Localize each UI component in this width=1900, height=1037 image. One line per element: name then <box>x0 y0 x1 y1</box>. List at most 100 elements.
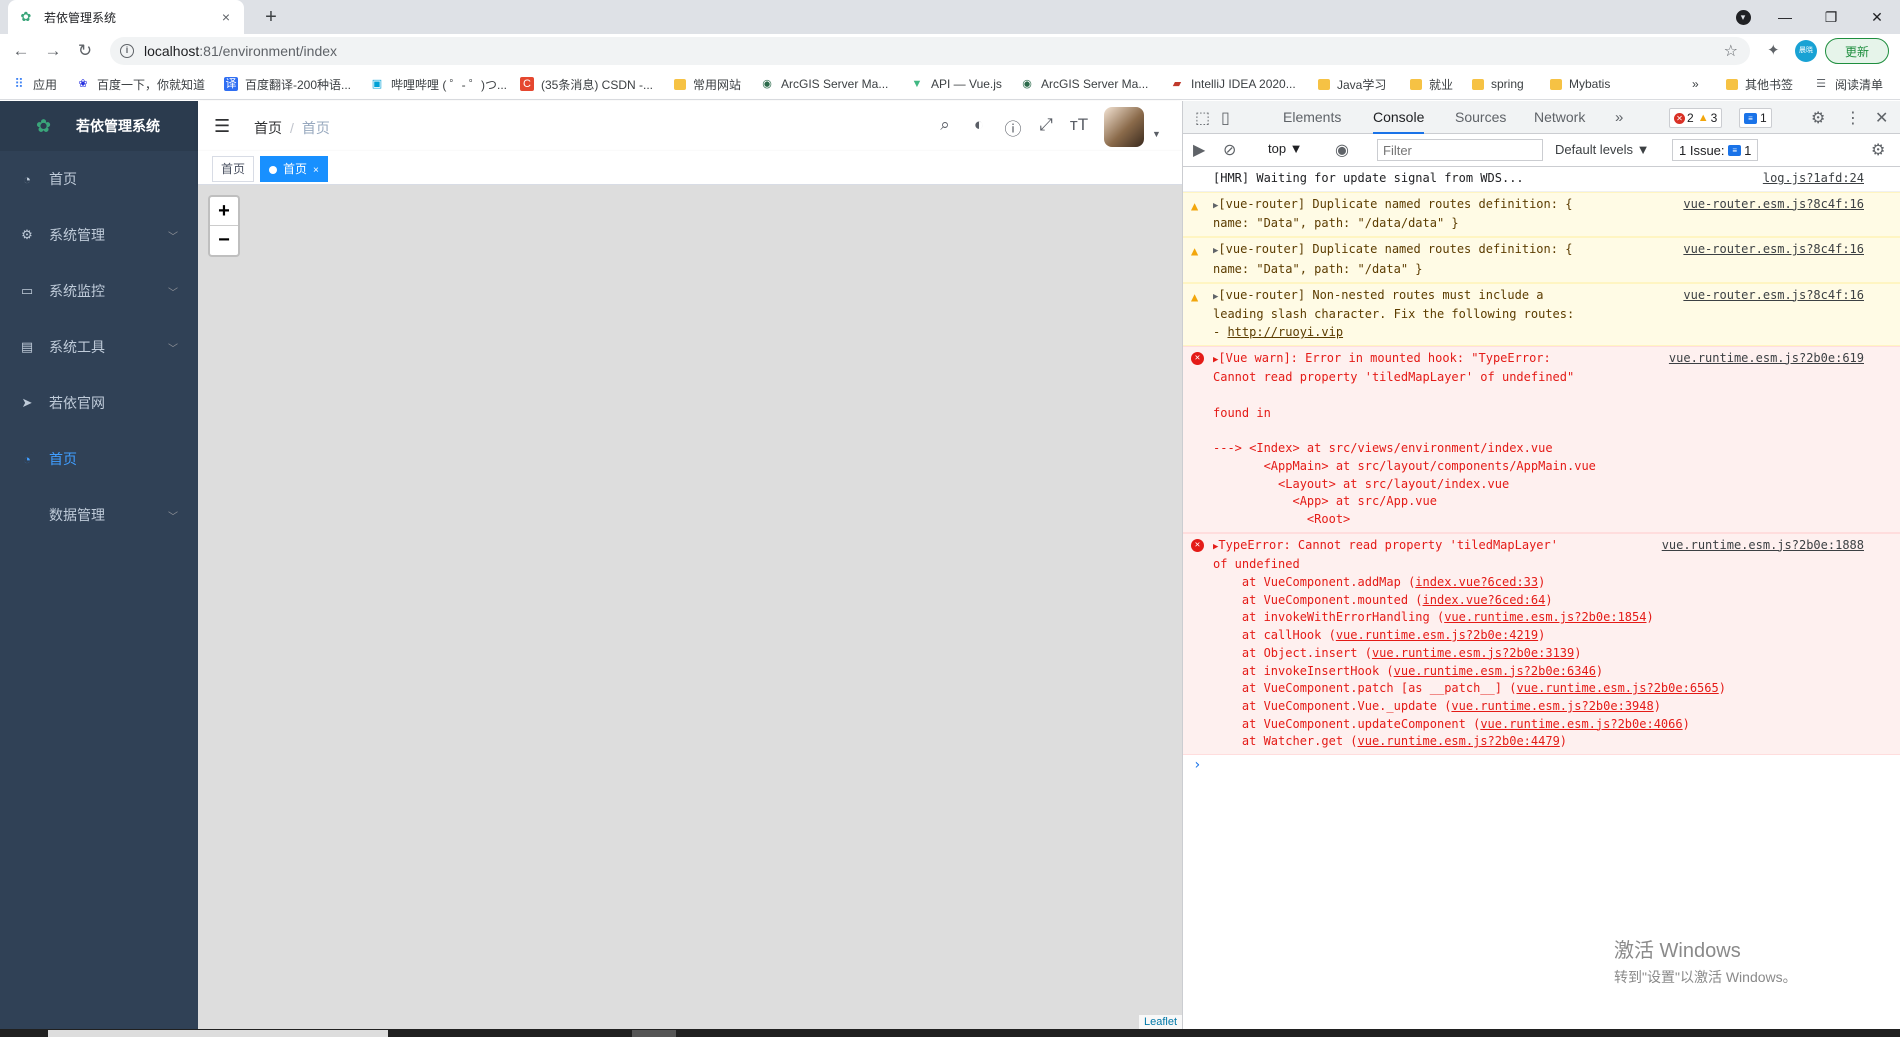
log-levels-dropdown[interactable]: Default levels ▼ <box>1555 142 1650 157</box>
kebab-menu-icon[interactable]: ⋮ <box>1845 108 1861 128</box>
address-bar[interactable]: i localhost:81/environment/index ☆ <box>110 37 1750 65</box>
zoom-control: + − <box>208 195 240 257</box>
close-window-button[interactable]: ✕ <box>1854 0 1900 34</box>
bookmark-baidu-translate[interactable]: 译百度翻译-200种语... <box>224 76 351 92</box>
eye-icon[interactable]: ◉ <box>1335 140 1349 160</box>
inspect-element-icon[interactable]: ⬚ <box>1195 108 1210 128</box>
bookmarks-overflow-button[interactable]: » <box>1692 76 1699 92</box>
tag-home[interactable]: 首页 <box>212 156 255 182</box>
avatar[interactable] <box>1104 107 1144 147</box>
reading-list[interactable]: ☰ 阅读清单 <box>1814 76 1883 92</box>
new-tab-button[interactable]: + <box>258 4 284 30</box>
ruoyi-link[interactable]: http://ruoyi.vip <box>1227 325 1343 339</box>
breadcrumb: 首页 / 首页 <box>254 120 330 136</box>
messages-counter[interactable]: ≡ 1 <box>1739 108 1772 128</box>
device-toolbar-icon[interactable]: ▯ <box>1221 108 1230 128</box>
extensions-puzzle-icon[interactable]: ✦ <box>1767 41 1780 59</box>
error-warning-counter[interactable]: ✕ 2 ▲ 3 <box>1669 108 1723 128</box>
back-button[interactable]: ← <box>8 39 34 63</box>
tab-elements[interactable]: Elements <box>1283 101 1341 134</box>
windows-activation-watermark: 激活 Windows 转到"设置"以激活 Windows。 <box>1614 940 1797 985</box>
profile-avatar[interactable]: 晨晓 <box>1795 40 1817 62</box>
reading-list-icon: ☰ <box>1816 78 1826 90</box>
console-settings-icon[interactable]: ⚙ <box>1871 140 1885 160</box>
site-info-icon[interactable]: i <box>120 44 134 58</box>
question-icon[interactable]: ⓘ <box>1002 115 1024 140</box>
source-link[interactable]: vue.runtime.esm.js?2b0e:619 <box>1669 350 1864 368</box>
bookmark-other[interactable]: 其他书签 <box>1726 76 1793 92</box>
bookmark-intellij[interactable]: ▰ IntelliJ IDEA 2020... <box>1170 76 1296 92</box>
more-tabs-button[interactable]: » <box>1615 101 1623 134</box>
bookmark-arcgis-2[interactable]: ◉ ArcGIS Server Ma... <box>1020 76 1148 92</box>
hamburger-menu-icon[interactable]: ☰ <box>214 116 230 137</box>
source-link[interactable]: vue-router.esm.js?8c4f:16 <box>1683 241 1864 259</box>
close-icon[interactable]: × <box>313 165 319 176</box>
bookmark-folder-java[interactable]: Java学习 <box>1318 76 1386 92</box>
issues-button[interactable]: 1 Issue: ≡ 1 <box>1672 139 1759 161</box>
bookmark-arcgis-1[interactable]: ◉ ArcGIS Server Ma... <box>760 76 888 92</box>
caret-down-icon[interactable]: ▼ <box>1152 129 1161 139</box>
tab-console[interactable]: Console <box>1373 101 1425 134</box>
taskbar-item[interactable] <box>48 1030 388 1037</box>
sidebar-item-ruoyi-site[interactable]: ➤ 若依官网 <box>0 375 198 431</box>
breadcrumb-item[interactable]: 首页 <box>254 120 282 136</box>
sidebar-item-system-monitor[interactable]: ▭ 系统监控 ﹀ <box>0 263 198 319</box>
tab-search-button[interactable]: ▾ <box>1720 0 1766 34</box>
bookmark-folder-spring[interactable]: spring <box>1472 76 1524 92</box>
sidebar-item-data-management[interactable]: 数据管理 ﹀ <box>0 487 198 543</box>
console-prompt[interactable]: › <box>1183 755 1900 777</box>
stack-frame: at invokeInsertHook (vue.runtime.esm.js?… <box>1213 663 1604 678</box>
search-icon[interactable]: ⌕ <box>934 115 956 135</box>
source-link[interactable]: vue.runtime.esm.js?2b0e:1888 <box>1662 537 1864 555</box>
minimize-button[interactable]: — <box>1762 0 1808 34</box>
sidebar-item-home[interactable]: ◔ 首页 <box>0 151 198 207</box>
bookmark-csdn[interactable]: C (35条消息) CSDN -... <box>520 76 653 92</box>
forward-button[interactable]: → <box>40 39 66 63</box>
globe-icon: ◉ <box>762 78 772 90</box>
fullscreen-icon[interactable]: ⤢ <box>1035 115 1057 135</box>
leaflet-map[interactable]: + − Leaflet <box>198 185 1182 1029</box>
sidebar-item-system-tools[interactable]: ▤ 系统工具 ﹀ <box>0 319 198 375</box>
sidebar-item-system-management[interactable]: ⚙ 系统管理 ﹀ <box>0 207 198 263</box>
bookmark-bilibili[interactable]: ▣ 哔哩哔哩 ( ゜- ゜)つ... <box>370 76 507 92</box>
github-icon[interactable]: ◐ <box>968 115 990 135</box>
warning-icon: ▲ <box>1697 112 1709 124</box>
stack-frame: at VueComponent.patch [as __patch__] (vu… <box>1213 681 1726 696</box>
taskbar-item[interactable] <box>632 1030 676 1037</box>
console-warning: ▲ ▶[vue-router] Duplicate named routes de… <box>1183 191 1900 238</box>
browser-tab[interactable]: ✿ 若依管理系统 × <box>8 0 244 34</box>
bookmark-apps[interactable]: ⠿ 应用 <box>12 76 57 92</box>
restore-button[interactable]: ❐ <box>1808 0 1854 34</box>
console-filter-input[interactable] <box>1377 139 1543 161</box>
monitor-icon: ▭ <box>20 283 34 298</box>
gear-icon[interactable]: ⚙ <box>1811 108 1825 128</box>
zoom-out-button[interactable]: − <box>210 226 238 255</box>
bookmark-folder-common[interactable]: 常用网站 <box>674 76 741 92</box>
bookmark-vue-api[interactable]: ▼ API — Vue.js <box>910 76 1002 92</box>
sidebar-logo[interactable]: ✿ 若依管理系统 <box>0 101 198 151</box>
tab-network[interactable]: Network <box>1534 101 1585 134</box>
console-warning: ▲ ▶[vue-router] Duplicate named routes de… <box>1183 237 1900 283</box>
zoom-in-button[interactable]: + <box>210 197 238 226</box>
source-link[interactable]: log.js?1afd:24 <box>1763 170 1864 188</box>
clear-console-icon[interactable]: ⊘ <box>1223 140 1236 160</box>
context-selector[interactable]: top ▼ <box>1268 141 1303 156</box>
sidebar-toggle-icon[interactable]: ▶ <box>1193 140 1205 160</box>
bookmark-baidu[interactable]: ❀ 百度一下，你就知道 <box>76 76 205 92</box>
reload-button[interactable]: ↻ <box>72 39 98 63</box>
close-devtools-icon[interactable]: ✕ <box>1875 108 1888 128</box>
source-link[interactable]: vue-router.esm.js?8c4f:16 <box>1683 287 1864 305</box>
source-link[interactable]: vue-router.esm.js?8c4f:16 <box>1683 196 1864 214</box>
tab-sources[interactable]: Sources <box>1455 101 1506 134</box>
tag-home-active[interactable]: 首页 × <box>260 156 328 182</box>
bookmark-star-icon[interactable]: ☆ <box>1724 41 1738 61</box>
update-button[interactable]: 更新 <box>1825 38 1889 64</box>
leaflet-attribution-link[interactable]: Leaflet <box>1138 1015 1182 1029</box>
toolbox-icon: ▤ <box>20 339 34 354</box>
vue-icon: ▼ <box>911 78 923 90</box>
tab-close-icon[interactable]: × <box>218 9 234 25</box>
sidebar-item-home-active[interactable]: ◔ 首页 <box>0 431 198 487</box>
bookmark-folder-jobs[interactable]: 就业 <box>1410 76 1453 92</box>
font-size-icon[interactable]: ᴛT <box>1068 115 1090 135</box>
bookmark-folder-mybatis[interactable]: Mybatis <box>1550 76 1610 92</box>
